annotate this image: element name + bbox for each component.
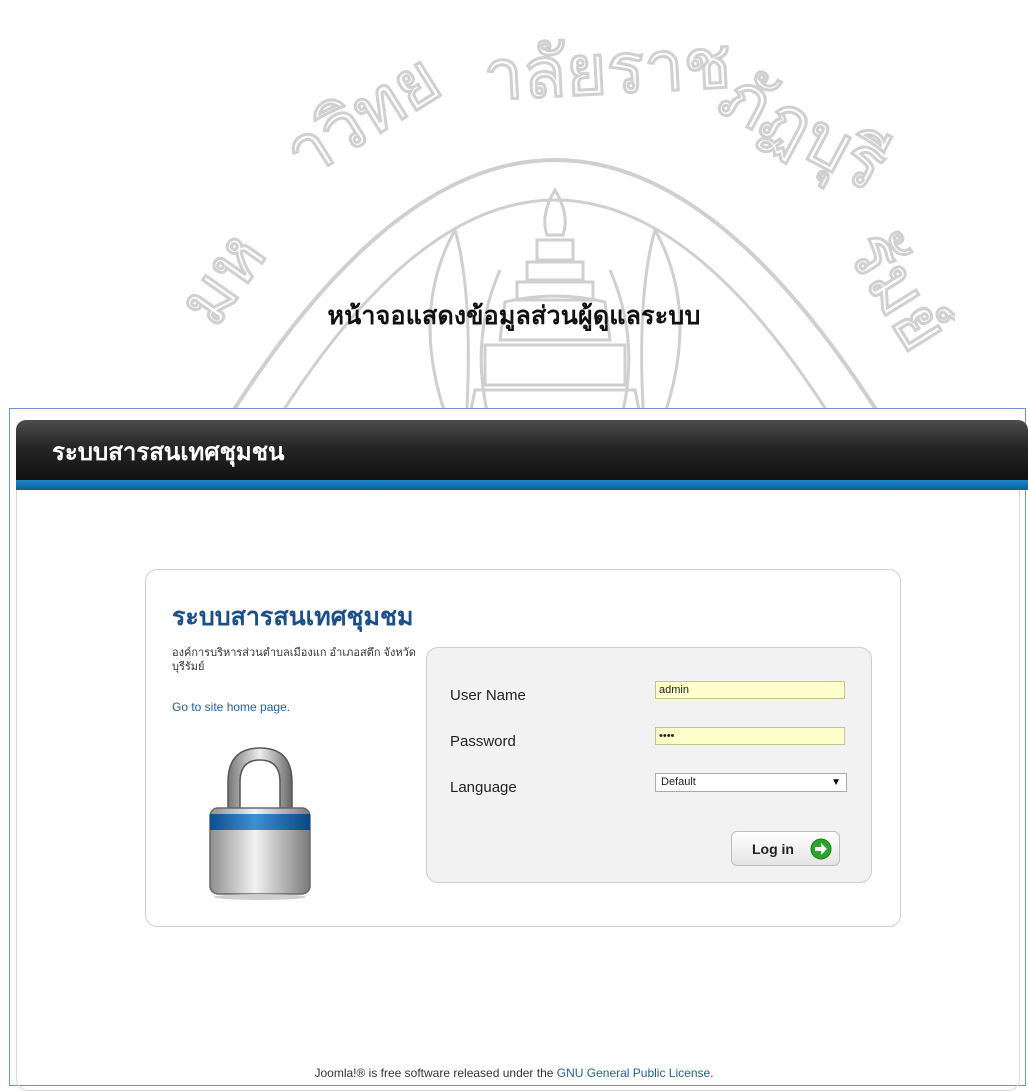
dropdown-arrow-icon: ▼ bbox=[831, 777, 841, 788]
footer-text: Joomla!® is free software released under… bbox=[314, 1066, 557, 1080]
svg-text:ภัฏบุรี: ภัฏบุรี bbox=[706, 53, 900, 209]
footer-text-end: . bbox=[710, 1066, 714, 1080]
login-button[interactable]: Log in bbox=[731, 831, 840, 866]
site-title: ระบบสารสนเทศชุมชน bbox=[52, 438, 285, 466]
organization-description: องค์การบริหารส่วนตำบลเมืองแก อำเภอสตึก จ… bbox=[172, 647, 416, 673]
username-input[interactable]: admin bbox=[655, 681, 845, 699]
arrow-right-circle-icon bbox=[810, 838, 832, 860]
login-button-label: Log in bbox=[752, 841, 794, 857]
login-title: ระบบสารสนเทศชุมชม bbox=[172, 602, 414, 631]
language-select-value: Default bbox=[661, 776, 696, 788]
site-home-link[interactable]: Go to site home page. bbox=[172, 700, 290, 714]
document-caption: หน้าจอแสดงข้อมูลส่วนผู้ดูแลระบบ bbox=[327, 301, 701, 330]
password-input[interactable]: •••• bbox=[655, 727, 845, 745]
gpl-license-link[interactable]: GNU General Public License bbox=[557, 1066, 710, 1080]
password-label: Password bbox=[450, 733, 516, 750]
header-accent-stripe bbox=[16, 480, 1028, 490]
svg-text:าวิทย: าวิทย bbox=[271, 37, 455, 194]
svg-text:รัมย์: รัมย์ bbox=[831, 216, 955, 365]
padlock-icon bbox=[209, 747, 311, 900]
username-label: User Name bbox=[450, 687, 526, 704]
language-select[interactable]: Default ▼ bbox=[655, 773, 847, 792]
language-label: Language bbox=[450, 779, 517, 796]
footer: Joomla!® is free software released under… bbox=[0, 1066, 1028, 1080]
university-seal-watermark: มห าวิทย าลัยราช ภัฏบุรี รัมย์ bbox=[160, 21, 955, 440]
svg-text:าลัยราช: าลัยราช bbox=[482, 22, 734, 117]
